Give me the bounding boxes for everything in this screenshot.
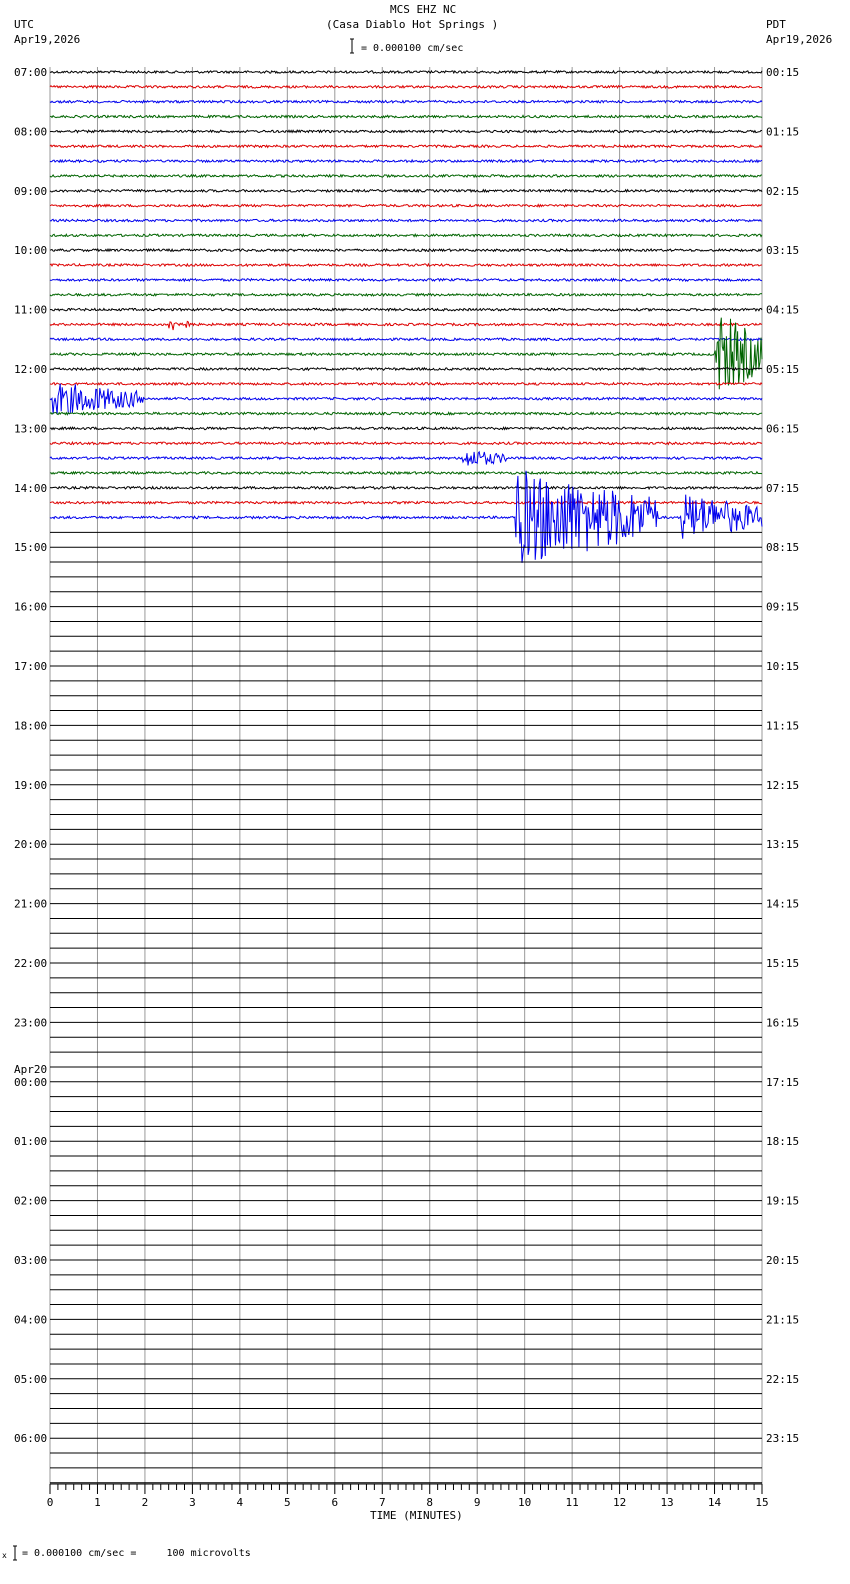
- utc-hour-label: 12:00: [14, 363, 47, 376]
- seismic-trace: [49, 144, 763, 149]
- utc-hour-label: 03:00: [14, 1254, 47, 1267]
- pdt-hour-label: 01:15: [766, 125, 799, 138]
- pdt-hour-label: 04:15: [766, 304, 799, 317]
- utc-hour-label: 06:00: [14, 1432, 47, 1445]
- pdt-hour-label: 03:15: [766, 244, 799, 257]
- pdt-hour-label: 18:15: [766, 1135, 799, 1148]
- seismic-trace: [49, 337, 763, 342]
- pdt-hour-label: 20:15: [766, 1254, 799, 1267]
- seismic-trace: [49, 173, 762, 179]
- seismic-trace: [49, 440, 763, 446]
- x-tick-label: 12: [613, 1496, 626, 1509]
- pdt-hour-label: 08:15: [766, 541, 799, 554]
- utc-hour-label: 07:00: [14, 66, 47, 79]
- utc-hour-label: 08:00: [14, 125, 47, 138]
- utc-hour-label: 22:00: [14, 957, 47, 970]
- x-tick-label: 1: [94, 1496, 101, 1509]
- x-tick-label: 11: [566, 1496, 579, 1509]
- x-tick-label: 5: [284, 1496, 291, 1509]
- pdt-hour-label: 15:15: [766, 957, 799, 970]
- seismic-trace: [49, 381, 763, 387]
- utc-hour-label: 04:00: [14, 1313, 47, 1326]
- helicorder-plot: 07:00 00:15 08:00 01:15 09:00 02:15 10:00 03:15…: [13, 38, 799, 1561]
- utc-hour-label: 11:00: [14, 304, 47, 317]
- utc-hour-label: 14:00: [14, 482, 47, 495]
- x-tick-label: 4: [237, 1496, 244, 1509]
- utc-hour-label: 13:00: [14, 422, 47, 435]
- pdt-hour-label: 14:15: [766, 898, 799, 911]
- pdt-hour-label: 00:15: [766, 66, 799, 79]
- footer-scale-bar-icon: [13, 1545, 17, 1561]
- utc-hour-label: 19:00: [14, 779, 47, 792]
- seismic-trace: [49, 69, 763, 75]
- pdt-hour-label: 16:15: [766, 1016, 799, 1029]
- seismic-trace: [49, 485, 763, 491]
- x-tick-label: 7: [379, 1496, 386, 1509]
- x-tick-label: 3: [189, 1496, 196, 1509]
- seismic-trace: [49, 383, 763, 415]
- pdt-hour-label: 13:15: [766, 838, 799, 851]
- seismic-trace: [49, 411, 763, 416]
- seismic-trace: [49, 218, 763, 223]
- utc-hour-label: 20:00: [14, 838, 47, 851]
- x-tick-label: 10: [518, 1496, 531, 1509]
- pdt-hour-label: 17:15: [766, 1076, 799, 1089]
- scale-bar-icon: [350, 38, 354, 54]
- seismic-trace: [49, 307, 763, 312]
- seismic-trace: [49, 247, 762, 253]
- pdt-hour-label: 09:15: [766, 601, 799, 614]
- seismic-trace: [49, 99, 763, 104]
- pdt-hour-label: 21:15: [766, 1313, 799, 1326]
- utc-date-change-label: Apr20: [14, 1063, 47, 1076]
- x-tick-label: 8: [426, 1496, 433, 1509]
- seismic-trace: [49, 317, 763, 390]
- seismic-trace: [49, 84, 762, 90]
- x-tick-label: 15: [755, 1496, 768, 1509]
- seismic-trace: [49, 426, 763, 431]
- utc-hour-label: 18:00: [14, 719, 47, 732]
- seismic-trace: [49, 277, 763, 283]
- x-tick-label: 0: [47, 1496, 54, 1509]
- utc-hour-label: 17:00: [14, 660, 47, 673]
- seismic-trace: [49, 366, 763, 372]
- seismic-trace: [49, 450, 763, 466]
- pdt-hour-label: 19:15: [766, 1195, 799, 1208]
- seismic-trace: [49, 203, 762, 208]
- seismic-trace: [49, 292, 763, 297]
- seismic-trace: [49, 188, 763, 194]
- utc-hour-label: 00:00: [14, 1076, 47, 1089]
- seismic-trace: [49, 232, 763, 238]
- pdt-hour-label: 02:15: [766, 185, 799, 198]
- seismic-trace: [49, 470, 763, 476]
- pdt-hour-label: 11:15: [766, 719, 799, 732]
- pdt-hour-label: 23:15: [766, 1432, 799, 1445]
- pdt-hour-label: 06:15: [766, 422, 799, 435]
- pdt-hour-label: 22:15: [766, 1373, 799, 1386]
- utc-hour-label: 21:00: [14, 898, 47, 911]
- seismic-trace: [49, 114, 763, 119]
- utc-hour-label: 02:00: [14, 1195, 47, 1208]
- utc-hour-label: 01:00: [14, 1135, 47, 1148]
- utc-hour-label: 23:00: [14, 1016, 47, 1029]
- pdt-hour-label: 05:15: [766, 363, 799, 376]
- x-tick-label: 2: [142, 1496, 149, 1509]
- pdt-hour-label: 10:15: [766, 660, 799, 673]
- seismic-trace: [49, 470, 763, 563]
- pdt-hour-label: 12:15: [766, 779, 799, 792]
- x-tick-label: 6: [331, 1496, 338, 1509]
- x-tick-label: 13: [660, 1496, 673, 1509]
- pdt-hour-label: 07:15: [766, 482, 799, 495]
- x-tick-label: 9: [474, 1496, 481, 1509]
- utc-hour-label: 10:00: [14, 244, 47, 257]
- seismic-trace: [49, 262, 763, 268]
- utc-hour-label: 15:00: [14, 541, 47, 554]
- utc-hour-label: 16:00: [14, 601, 47, 614]
- x-tick-label: 14: [708, 1496, 722, 1509]
- utc-hour-label: 09:00: [14, 185, 47, 198]
- seismic-trace: [49, 320, 763, 331]
- seismic-trace: [49, 129, 763, 134]
- utc-hour-label: 05:00: [14, 1373, 47, 1386]
- seismic-trace: [49, 158, 763, 164]
